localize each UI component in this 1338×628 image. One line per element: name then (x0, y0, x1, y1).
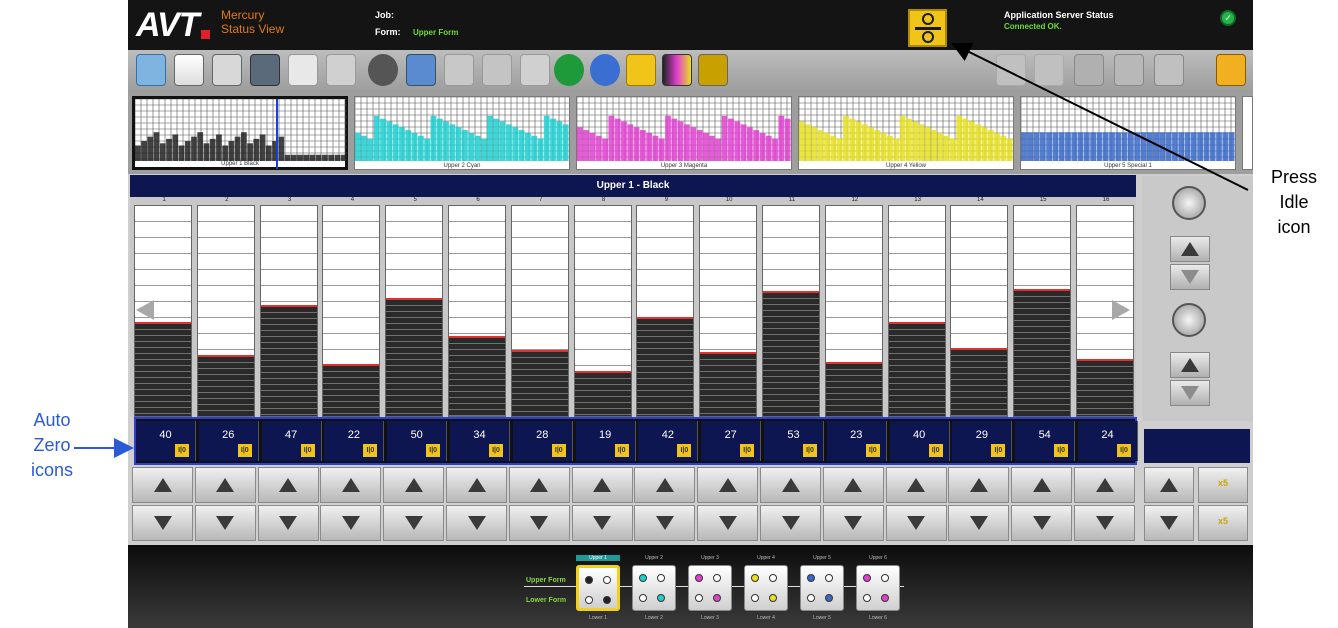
annotation-arrows (74, 43, 1249, 458)
idle-arrow (951, 43, 1249, 191)
